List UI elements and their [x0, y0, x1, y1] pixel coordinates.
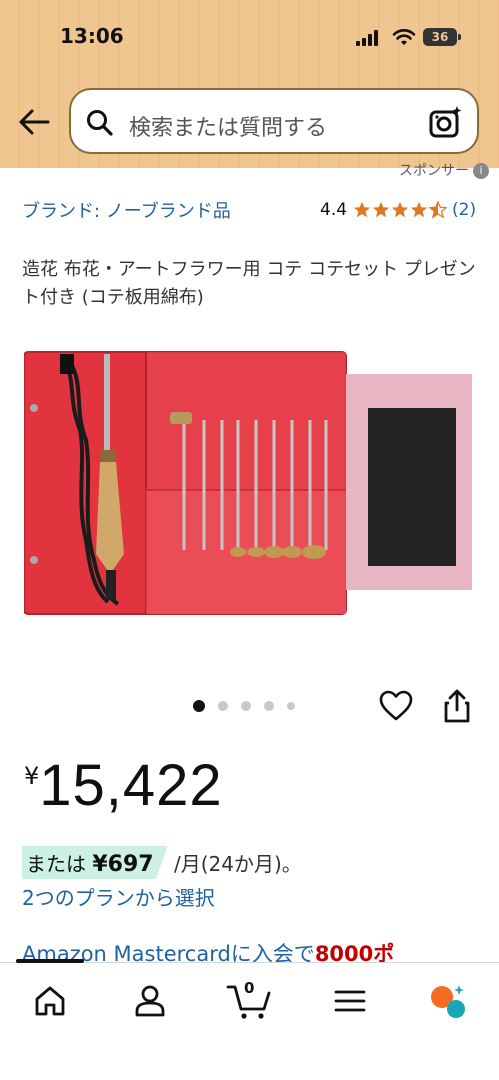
search-icon	[87, 110, 113, 136]
bottom-navigation: 0	[0, 959, 499, 1080]
mastercard-promo-link[interactable]: Amazon Mastercardに入会で8000ポ	[22, 938, 482, 964]
promo-highlight: 8000ポ	[314, 942, 395, 964]
menu-icon[interactable]	[330, 981, 370, 1021]
wishlist-heart-icon[interactable]	[378, 688, 414, 724]
star-rating	[353, 201, 448, 219]
carousel-dot[interactable]	[264, 701, 274, 711]
rating-summary[interactable]: 4.4 (2)	[320, 200, 476, 220]
half-star-icon	[429, 201, 448, 219]
header: 13:06 36 検索または質問する	[0, 0, 499, 168]
home-icon[interactable]	[30, 981, 70, 1021]
carousel-dot[interactable]	[241, 701, 251, 711]
product-title: 造花 布花・アートフラワー用 コテ コテセット プレゼント付き (コテ板用綿布)	[22, 259, 476, 308]
installment-prefix: または	[26, 852, 86, 876]
rufus-assistant-icon[interactable]	[428, 981, 468, 1021]
back-arrow-icon[interactable]	[16, 104, 52, 140]
search-input[interactable]: 検索または質問する	[69, 88, 479, 154]
star-icon	[410, 201, 428, 218]
camera-search-icon[interactable]	[427, 104, 463, 140]
status-bar: 13:06 36	[0, 0, 499, 76]
battery-icon: 36	[423, 28, 461, 46]
search-placeholder: 検索または質問する	[129, 116, 328, 141]
sponsored-text: スポンサー	[399, 163, 469, 179]
star-icon	[391, 201, 409, 218]
price-currency: ¥	[24, 762, 40, 790]
installment-info: または ¥697 /月(24か月)。	[22, 846, 302, 879]
share-icon[interactable]	[441, 688, 473, 724]
rating-count: (2)	[452, 200, 477, 220]
plan-select-link[interactable]: 2つのプランから選択	[22, 882, 215, 911]
rating-value: 4.4	[320, 200, 348, 220]
info-icon[interactable]: i	[473, 163, 489, 179]
sponsored-label[interactable]: スポンサー i	[399, 160, 489, 180]
status-time: 13:06	[60, 24, 124, 48]
cellular-signal-icon	[356, 30, 382, 46]
installment-badge: または ¥697	[22, 846, 168, 879]
installment-amount: ¥697	[92, 852, 154, 877]
brand-link[interactable]: ブランド: ノーブランド品	[22, 199, 252, 225]
wifi-icon	[392, 29, 416, 45]
active-tab-indicator	[16, 959, 84, 963]
cart-count: 0	[244, 979, 255, 997]
carousel-dot[interactable]	[193, 700, 205, 712]
installment-suffix: /月(24か月)。	[173, 852, 302, 876]
price-value: 15,422	[39, 753, 223, 818]
carousel-dot[interactable]	[218, 701, 228, 711]
product-image[interactable]	[24, 340, 476, 622]
carousel-dot[interactable]	[287, 702, 295, 710]
image-carousel-indicator	[193, 700, 308, 712]
star-icon	[353, 201, 371, 218]
price: ¥15,422	[24, 752, 223, 819]
account-icon[interactable]	[130, 981, 170, 1021]
cart-button[interactable]: 0	[226, 979, 272, 1021]
star-icon	[372, 201, 390, 218]
